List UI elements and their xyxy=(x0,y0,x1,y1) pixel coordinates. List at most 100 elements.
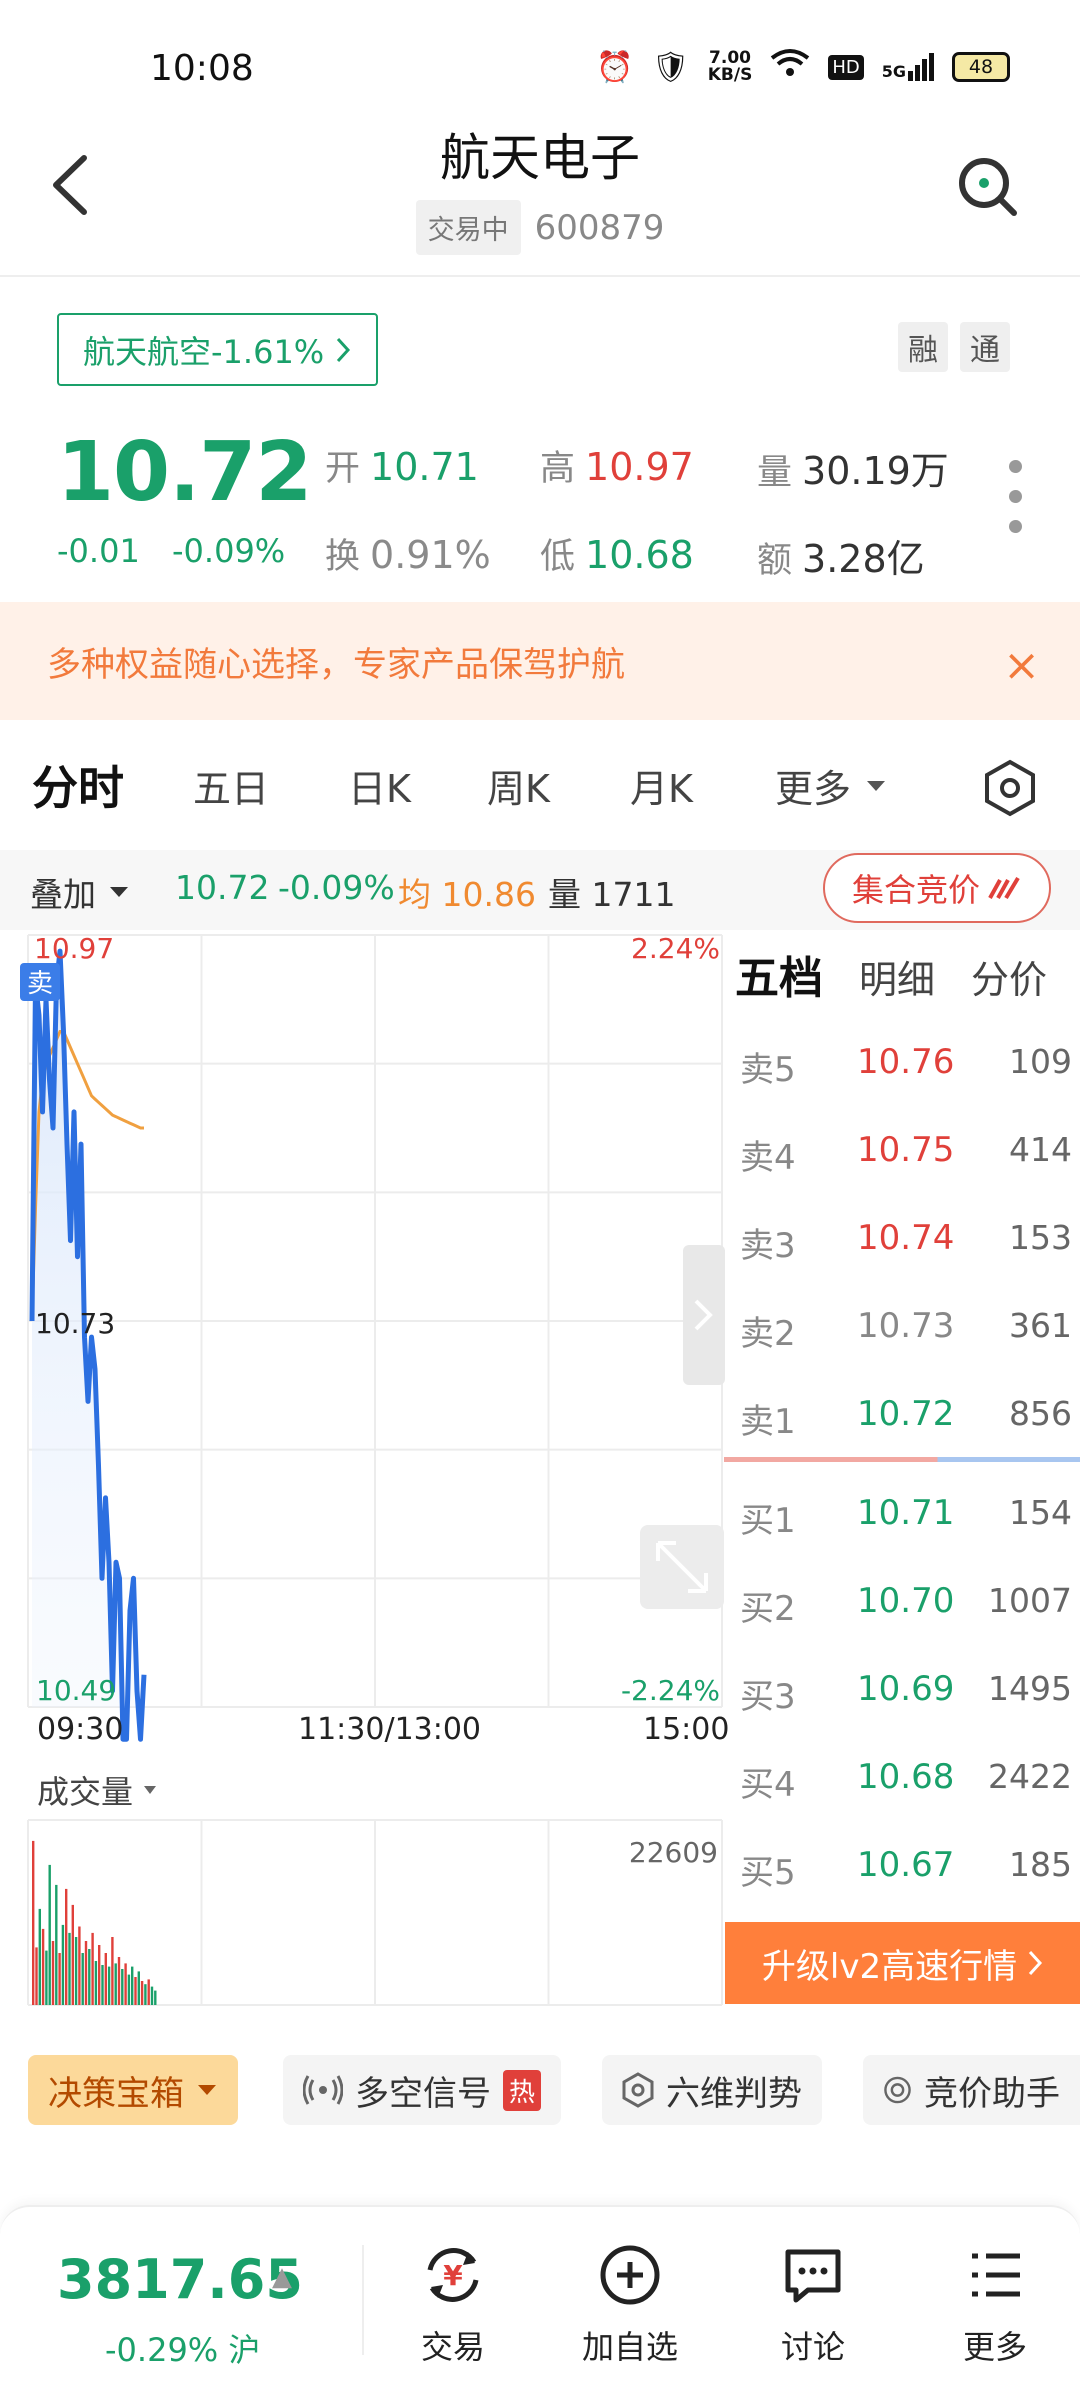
stock-code: 600879 xyxy=(534,207,665,248)
amount-stat: 额 3.28亿 xyxy=(757,528,925,583)
more-options-button[interactable] xyxy=(1005,460,1025,550)
overlay-dropdown[interactable]: 叠加 xyxy=(30,868,130,916)
order-book-row[interactable]: 买2 10.70 1007 xyxy=(722,1581,1072,1641)
alarm-icon: ⏰ xyxy=(596,49,634,85)
upgrade-lv2-button[interactable]: 升级lv2高速行情 xyxy=(725,1922,1080,2004)
y-right-top-label: 2.24% xyxy=(631,932,720,965)
volume-bar xyxy=(150,1986,154,2005)
index-price[interactable]: 3817.65 xyxy=(57,2248,303,2311)
tab-monthly-k[interactable]: 月K xyxy=(630,758,693,813)
net-speed: 7.00 KB/S xyxy=(708,50,753,84)
order-volume: 1007 xyxy=(988,1581,1072,1620)
battery-icon: 48 xyxy=(952,52,1010,82)
auction-helper-chip[interactable]: 竞价助手 xyxy=(863,2055,1080,2125)
order-book-row[interactable]: 买1 10.71 154 xyxy=(722,1493,1072,1553)
net-speed-unit: KB/S xyxy=(707,65,753,85)
tab-five-level[interactable]: 五档 xyxy=(735,942,823,1006)
hexagon-settings-icon xyxy=(985,759,1035,817)
tab-weekly-k[interactable]: 周K xyxy=(487,758,550,813)
chevron-right-icon xyxy=(1028,1950,1043,1976)
order-book-row[interactable]: 买3 10.69 1495 xyxy=(722,1669,1072,1729)
nav-trade[interactable]: ¥ 交易 xyxy=(388,2240,518,2368)
promo-banner[interactable]: 多种权益随心选择，专家产品保驾护航 xyxy=(0,602,1080,720)
auction-label: 集合竞价 xyxy=(851,871,980,909)
tab-intraday[interactable]: 分时 xyxy=(32,752,124,818)
order-level-label: 卖2 xyxy=(740,1314,796,1354)
sector-tag[interactable]: 航天航空-1.61% xyxy=(57,313,379,386)
high-value: 10.97 xyxy=(585,445,694,489)
order-price: 10.71 xyxy=(857,1493,955,1533)
turnover-label: 换 xyxy=(325,537,361,577)
tab-five-day[interactable]: 五日 xyxy=(193,758,269,813)
order-volume: 2422 xyxy=(988,1757,1072,1796)
volume-bar xyxy=(65,1888,68,2005)
volume-bar xyxy=(41,1928,45,2005)
long-short-signal-chip[interactable]: 多空信号 热 xyxy=(283,2055,562,2125)
six-dimension-chip[interactable]: 六维判势 xyxy=(602,2055,822,2125)
tab-more[interactable]: 更多 xyxy=(775,758,887,813)
order-price: 10.69 xyxy=(857,1669,955,1709)
x-tick-close: 15:00 xyxy=(643,1712,730,1747)
signal-icon: 5G xyxy=(882,53,934,81)
order-price: 10.75 xyxy=(857,1130,955,1170)
y-left-bottom-label: 10.49 xyxy=(36,1674,116,1707)
search-button[interactable] xyxy=(956,155,1020,219)
caret-up-icon: ▲ xyxy=(272,2262,292,2292)
order-book-row[interactable]: 卖5 10.76 109 xyxy=(722,1042,1072,1102)
volume-bar xyxy=(114,1963,117,2005)
caret-down-icon xyxy=(110,887,128,897)
connect-tag[interactable]: 通 xyxy=(960,322,1010,372)
volume-bar xyxy=(147,1979,150,2005)
amount-value: 3.28亿 xyxy=(802,537,925,581)
sector-label: 航天航空-1.61% xyxy=(83,332,325,371)
chart-settings-button[interactable] xyxy=(980,758,1040,818)
chevron-right-icon xyxy=(337,337,351,362)
order-level-label: 卖5 xyxy=(740,1050,796,1090)
volume-bar xyxy=(84,1941,88,2005)
order-level-label: 卖4 xyxy=(740,1138,796,1178)
decision-box-chip[interactable]: 决策宝箱 xyxy=(28,2055,238,2125)
overlay-avg: 均 10.86 xyxy=(398,875,536,914)
status-badge: 交易中 xyxy=(415,200,521,255)
order-book-row[interactable]: 卖1 10.72 856 xyxy=(722,1394,1072,1454)
order-volume: 185 xyxy=(1009,1845,1072,1884)
tab-daily-k[interactable]: 日K xyxy=(348,758,411,813)
open-label: 开 xyxy=(325,449,361,489)
order-book-row[interactable]: 买4 10.68 2422 xyxy=(722,1757,1072,1817)
order-price: 10.74 xyxy=(857,1218,955,1258)
volume-bar xyxy=(55,1884,58,2005)
margin-tag[interactable]: 融 xyxy=(898,322,948,372)
order-book-row[interactable]: 卖4 10.75 414 xyxy=(722,1130,1072,1190)
tab-price-dist[interactable]: 分价 xyxy=(971,949,1047,1004)
index-change-value: -0.29% xyxy=(105,2331,219,2369)
close-icon[interactable]: × xyxy=(1003,640,1040,691)
status-icons: ⏰ 🛡 7.00 KB/S HD 5G 48 xyxy=(596,48,1010,86)
volume-bar xyxy=(51,1941,55,2005)
broadcast-icon xyxy=(303,2075,343,2105)
volume-label: 量 xyxy=(757,453,793,493)
overlay-vol: 量 1711 xyxy=(548,875,676,914)
caret-down-icon xyxy=(867,780,886,791)
order-book-row[interactable]: 买5 10.67 185 xyxy=(722,1845,1072,1905)
volume-bar xyxy=(98,1945,101,2005)
auction-helper-icon xyxy=(884,2076,911,2104)
nav-more[interactable]: 更多 xyxy=(930,2240,1060,2368)
volume-bar xyxy=(78,1926,81,2005)
order-book-row[interactable]: 卖3 10.74 153 xyxy=(722,1218,1072,1278)
low-stat: 低 10.68 xyxy=(540,528,694,579)
high-label: 高 xyxy=(540,449,576,489)
volume-bar xyxy=(38,1908,41,2005)
intraday-chart[interactable]: 10.97 10.49 2.24% -2.24% 10.73 卖 22609 xyxy=(0,925,725,2015)
order-level-label: 买4 xyxy=(740,1765,796,1805)
volume-bar xyxy=(124,1963,127,2005)
y-left-top-label: 10.97 xyxy=(34,932,114,965)
nav-discuss[interactable]: 讨论 xyxy=(748,2240,878,2368)
volume-dropdown[interactable]: 成交量 xyxy=(37,1767,157,1813)
order-volume: 856 xyxy=(1009,1394,1072,1433)
tab-detail[interactable]: 明细 xyxy=(859,949,935,1004)
auction-button[interactable]: 集合竞价 xyxy=(823,853,1051,923)
nav-add-watchlist[interactable]: 加自选 xyxy=(565,2240,695,2368)
promo-text: 多种权益随心选择，专家产品保驾护航 xyxy=(47,644,625,685)
order-book-row[interactable]: 卖2 10.73 361 xyxy=(722,1306,1072,1366)
volume-bar xyxy=(74,1937,78,2005)
